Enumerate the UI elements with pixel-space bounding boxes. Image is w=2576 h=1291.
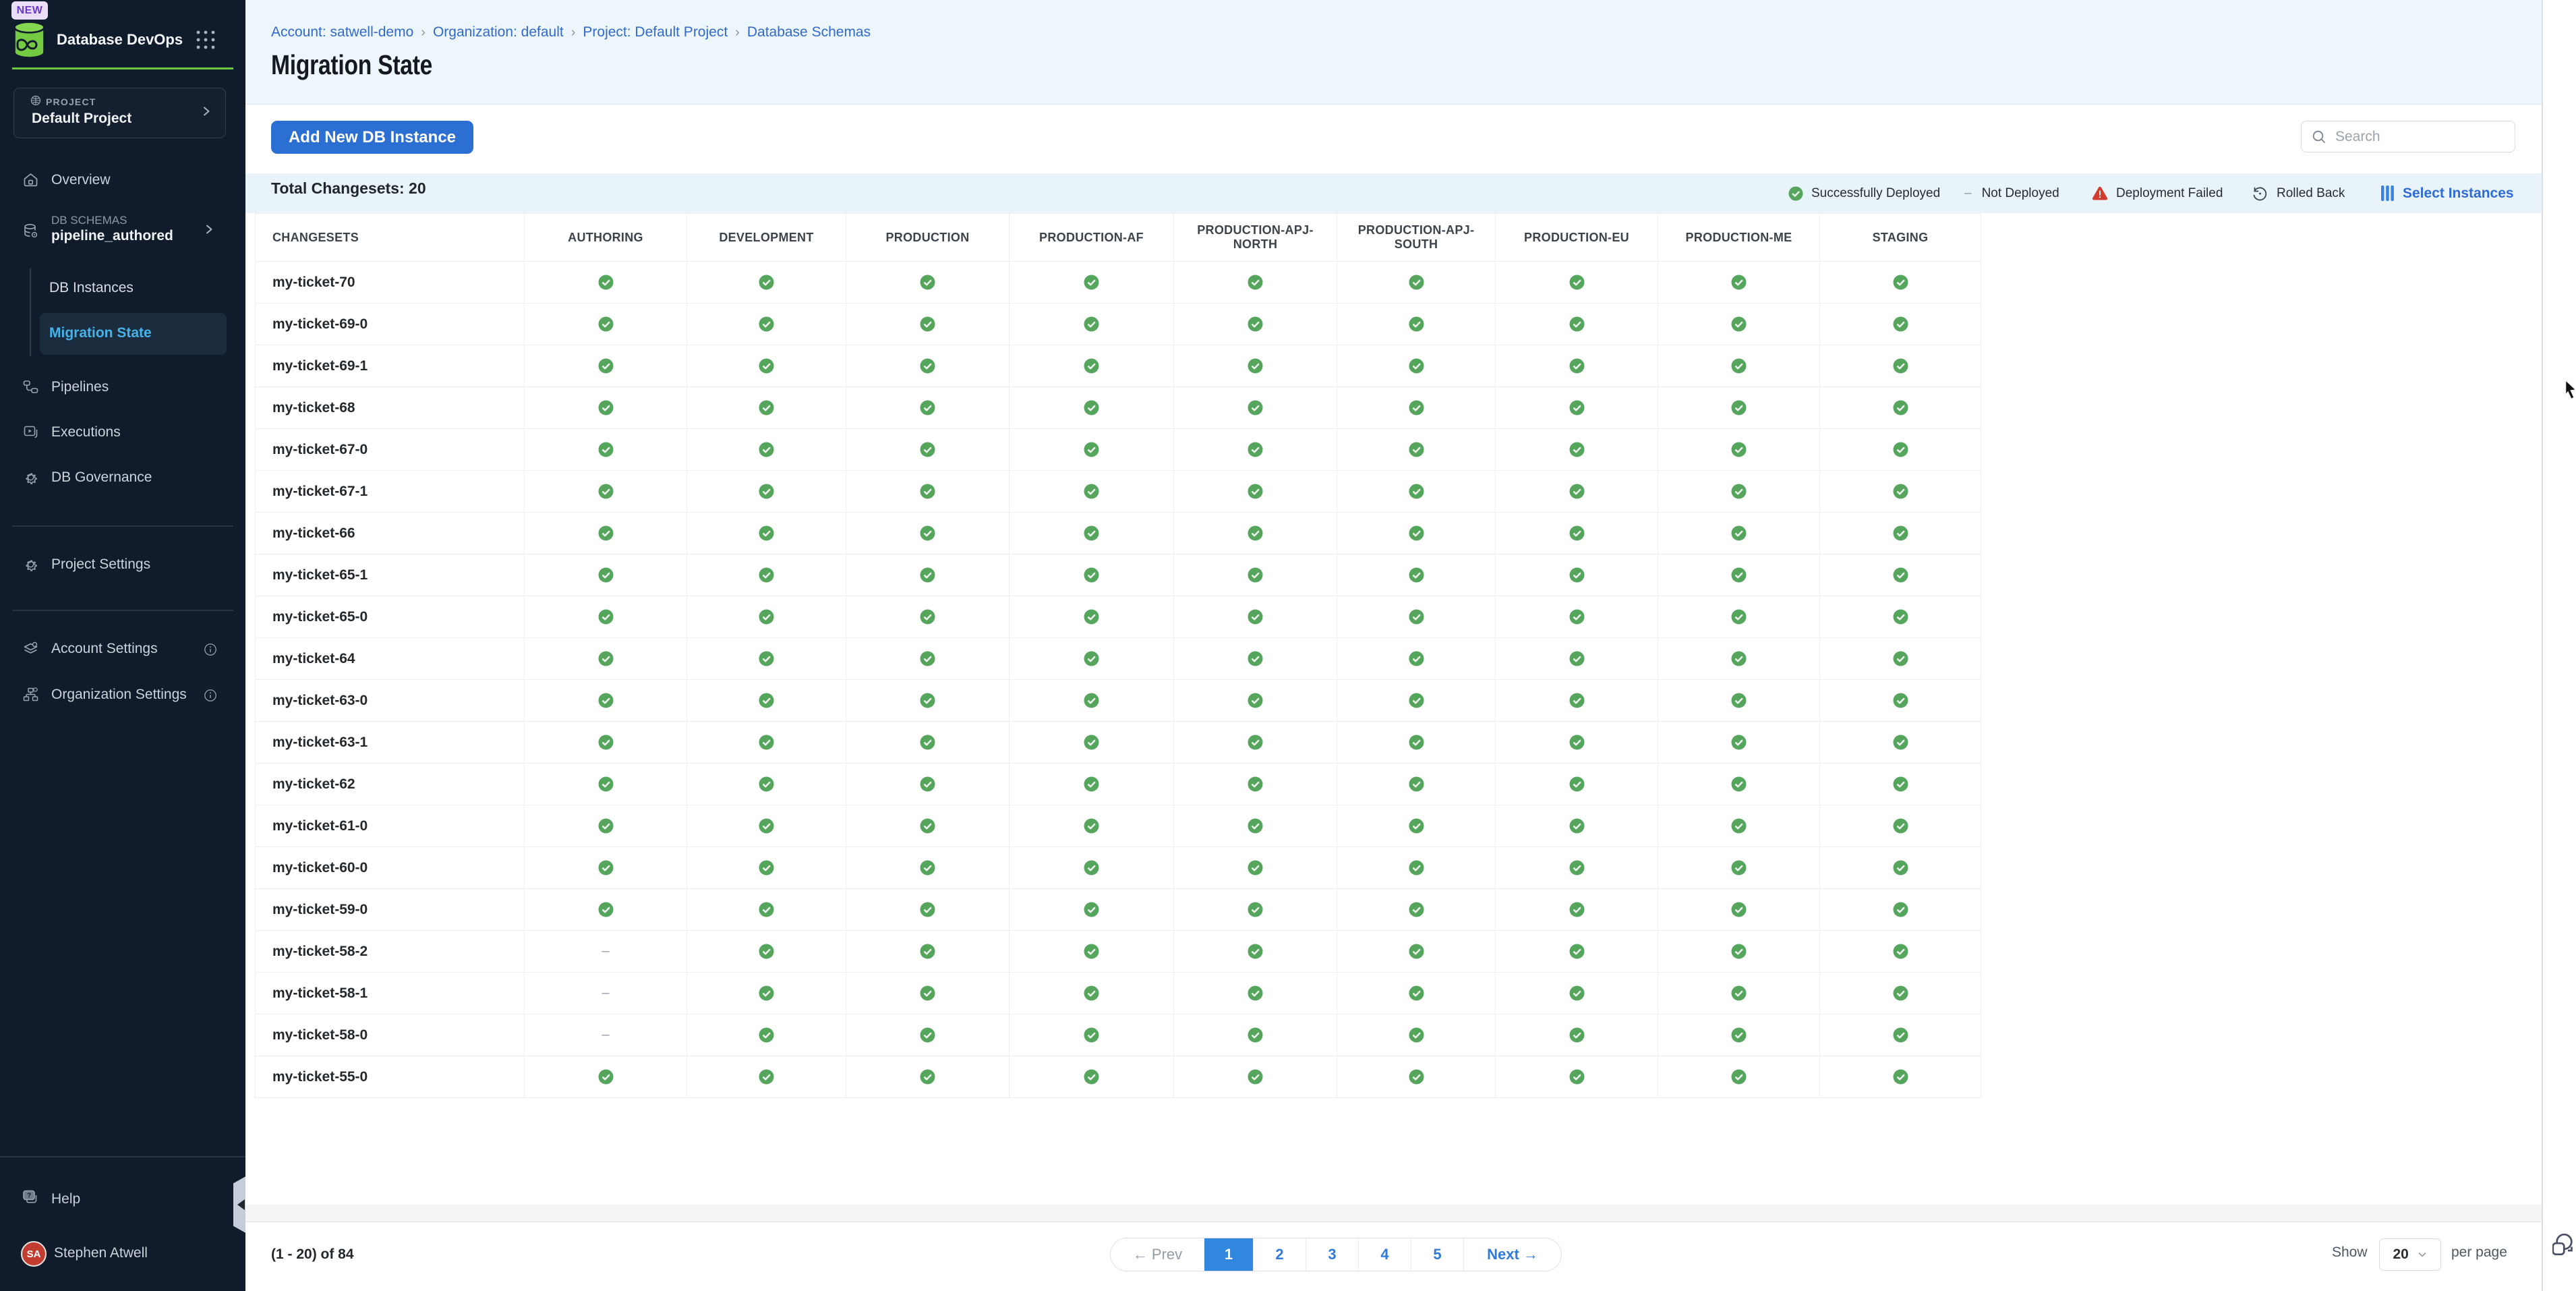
svg-text:?: ? bbox=[27, 1193, 31, 1200]
